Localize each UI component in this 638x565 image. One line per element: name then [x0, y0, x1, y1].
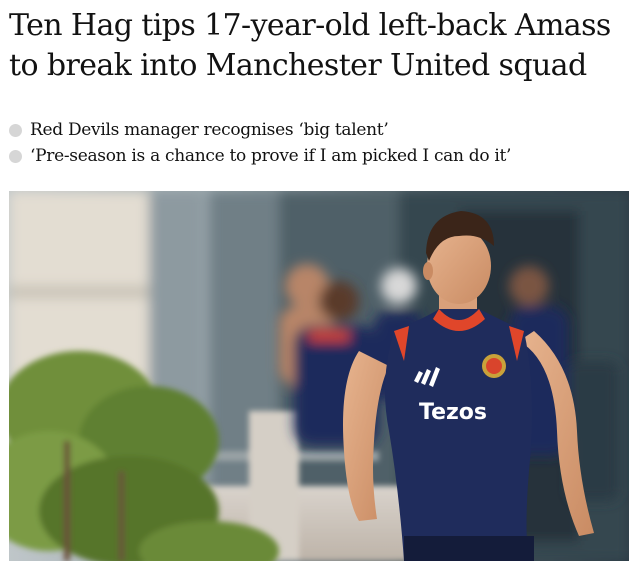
article-headline: Ten Hag tips 17-year-old left-back Amass…: [9, 8, 611, 83]
standfirst-item: ‘Pre-season is a chance to prove if I am…: [9, 143, 633, 169]
photo-illustration: Tezos: [9, 191, 629, 561]
standfirst-list: Red Devils manager recognises ‘big talen…: [9, 117, 633, 169]
standfirst-text: Red Devils manager recognises ‘big talen…: [30, 120, 389, 140]
sponsor-text: Tezos: [419, 400, 487, 425]
article-main-photo: Tezos: [9, 191, 629, 561]
bullet-icon: [9, 149, 22, 163]
bullet-icon: [9, 123, 22, 137]
standfirst-text: ‘Pre-season is a chance to prove if I am…: [30, 146, 512, 166]
standfirst-item: Red Devils manager recognises ‘big talen…: [9, 117, 633, 143]
